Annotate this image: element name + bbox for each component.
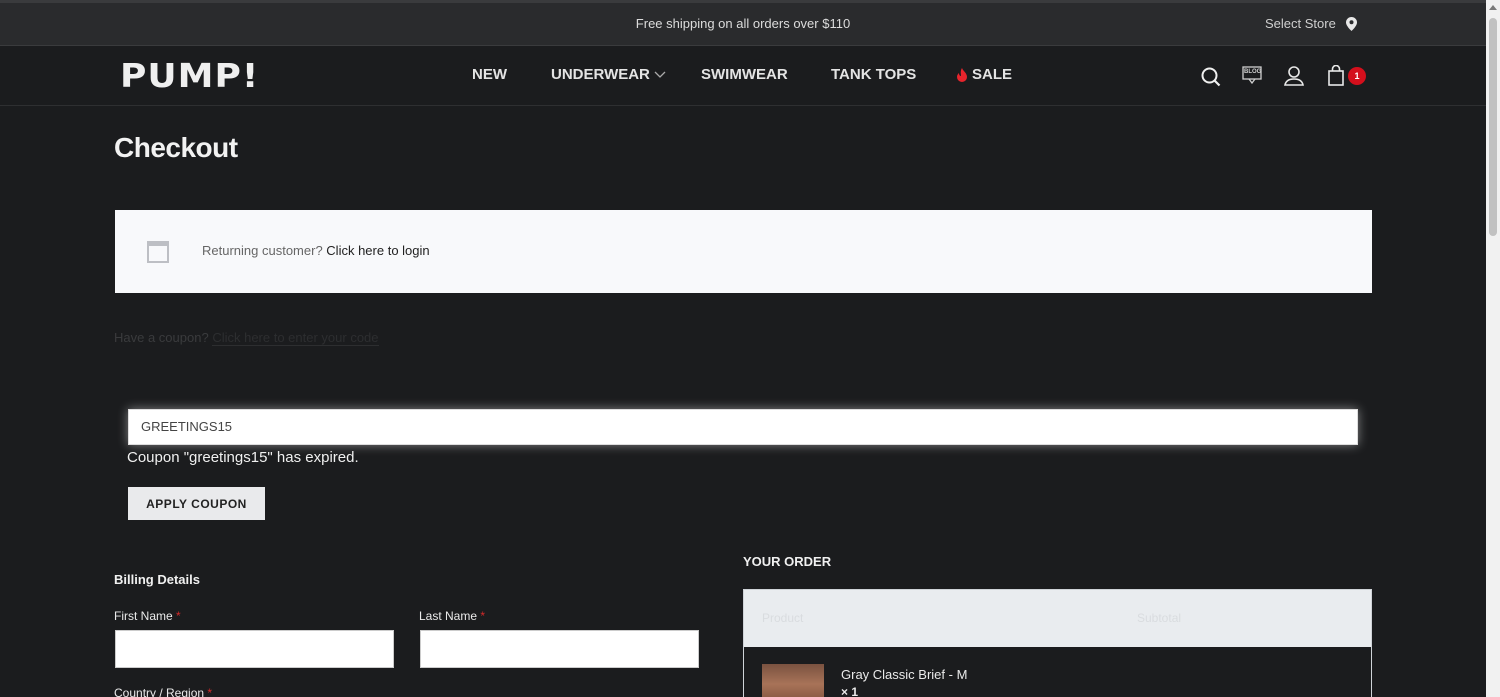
nav-label: TANK TOPS	[831, 66, 917, 83]
first-name-input[interactable]	[115, 630, 394, 668]
last-name-label-text: Last Name	[419, 609, 478, 623]
nav-label: UNDERWEAR	[551, 66, 650, 83]
user-icon[interactable]	[1283, 65, 1305, 87]
billing-details-heading: Billing Details	[114, 572, 200, 587]
first-name-label-text: First Name	[114, 609, 173, 623]
select-store-link[interactable]: Select Store	[1265, 16, 1357, 31]
required-mark: *	[207, 686, 213, 697]
country-label-text: Country / Region	[114, 686, 205, 697]
coupon-error-message: Coupon "greetings15" has expired.	[127, 449, 359, 466]
required-mark: *	[176, 609, 181, 623]
flame-icon	[957, 67, 967, 82]
order-summary-table: Product Subtotal Gray Classic Brief - M …	[743, 589, 1372, 697]
scrollbar-thumb[interactable]	[1489, 18, 1497, 236]
your-order-heading: YOUR ORDER	[743, 554, 832, 569]
coupon-prompt: Have a coupon? Click here to enter your …	[114, 330, 379, 346]
blog-icon[interactable]: BLOG	[1242, 66, 1262, 85]
nav-label: SWIMWEAR	[701, 66, 788, 83]
first-name-label: First Name *	[114, 609, 181, 623]
product-name: Gray Classic Brief - M	[841, 667, 968, 682]
subtotal-column-header: Subtotal	[1137, 611, 1182, 625]
table-row: Gray Classic Brief - M × 1	[744, 647, 1371, 697]
blog-label: BLOG	[1244, 69, 1262, 75]
last-name-label: Last Name *	[419, 609, 485, 623]
site-header: PUMP! NEW UNDERWEAR SWIMWEAR TANK TOPS S…	[0, 46, 1486, 106]
login-link[interactable]: Click here to login	[326, 243, 429, 258]
nav-item-new[interactable]: NEW	[472, 66, 507, 83]
last-name-input[interactable]	[420, 630, 699, 668]
coupon-code-input[interactable]: GREETINGS15	[128, 409, 1358, 445]
order-table-header: Product Subtotal	[744, 590, 1371, 647]
nav-item-sale[interactable]: SALE	[956, 66, 1012, 83]
enter-coupon-link[interactable]: Click here to enter your code	[212, 330, 379, 346]
calendar-icon	[147, 241, 169, 263]
product-quantity: × 1	[841, 685, 859, 697]
required-mark: *	[480, 609, 486, 623]
nav-item-swimwear[interactable]: SWIMWEAR	[701, 66, 788, 83]
returning-customer-prefix: Returning customer?	[202, 243, 323, 258]
cart-icon[interactable]	[1325, 65, 1347, 87]
search-icon[interactable]	[1200, 66, 1222, 88]
nav-item-underwear[interactable]: UNDERWEAR	[551, 66, 666, 83]
product-column-header: Product	[762, 611, 804, 625]
nav-label: SALE	[972, 66, 1013, 83]
apply-coupon-button[interactable]: APPLY COUPON	[128, 487, 265, 520]
product-thumbnail	[762, 664, 824, 697]
pump-logo[interactable]: PUMP!	[120, 58, 259, 96]
chevron-down-icon	[654, 71, 666, 78]
page-title: Checkout	[114, 132, 238, 163]
page-scrollbar[interactable]	[1486, 0, 1500, 697]
select-store-label: Select Store	[1265, 16, 1336, 31]
map-pin-icon	[1345, 16, 1357, 31]
shipping-banner-text: Free shipping on all orders over $110	[635, 16, 851, 31]
nav-item-tank-tops[interactable]: TANK TOPS	[831, 66, 916, 83]
cart-count-badge: 1	[1348, 67, 1366, 85]
returning-customer-notice: Returning customer? Click here to login	[115, 210, 1372, 293]
announcement-bar: Free shipping on all orders over $110 Se…	[0, 0, 1486, 46]
coupon-prefix: Have a coupon?	[114, 330, 209, 345]
scroll-up-arrow-icon[interactable]	[1489, 5, 1497, 10]
country-label: Country / Region *	[114, 686, 212, 697]
nav-label: NEW	[472, 66, 507, 83]
returning-customer-text: Returning customer? Click here to login	[202, 243, 430, 258]
